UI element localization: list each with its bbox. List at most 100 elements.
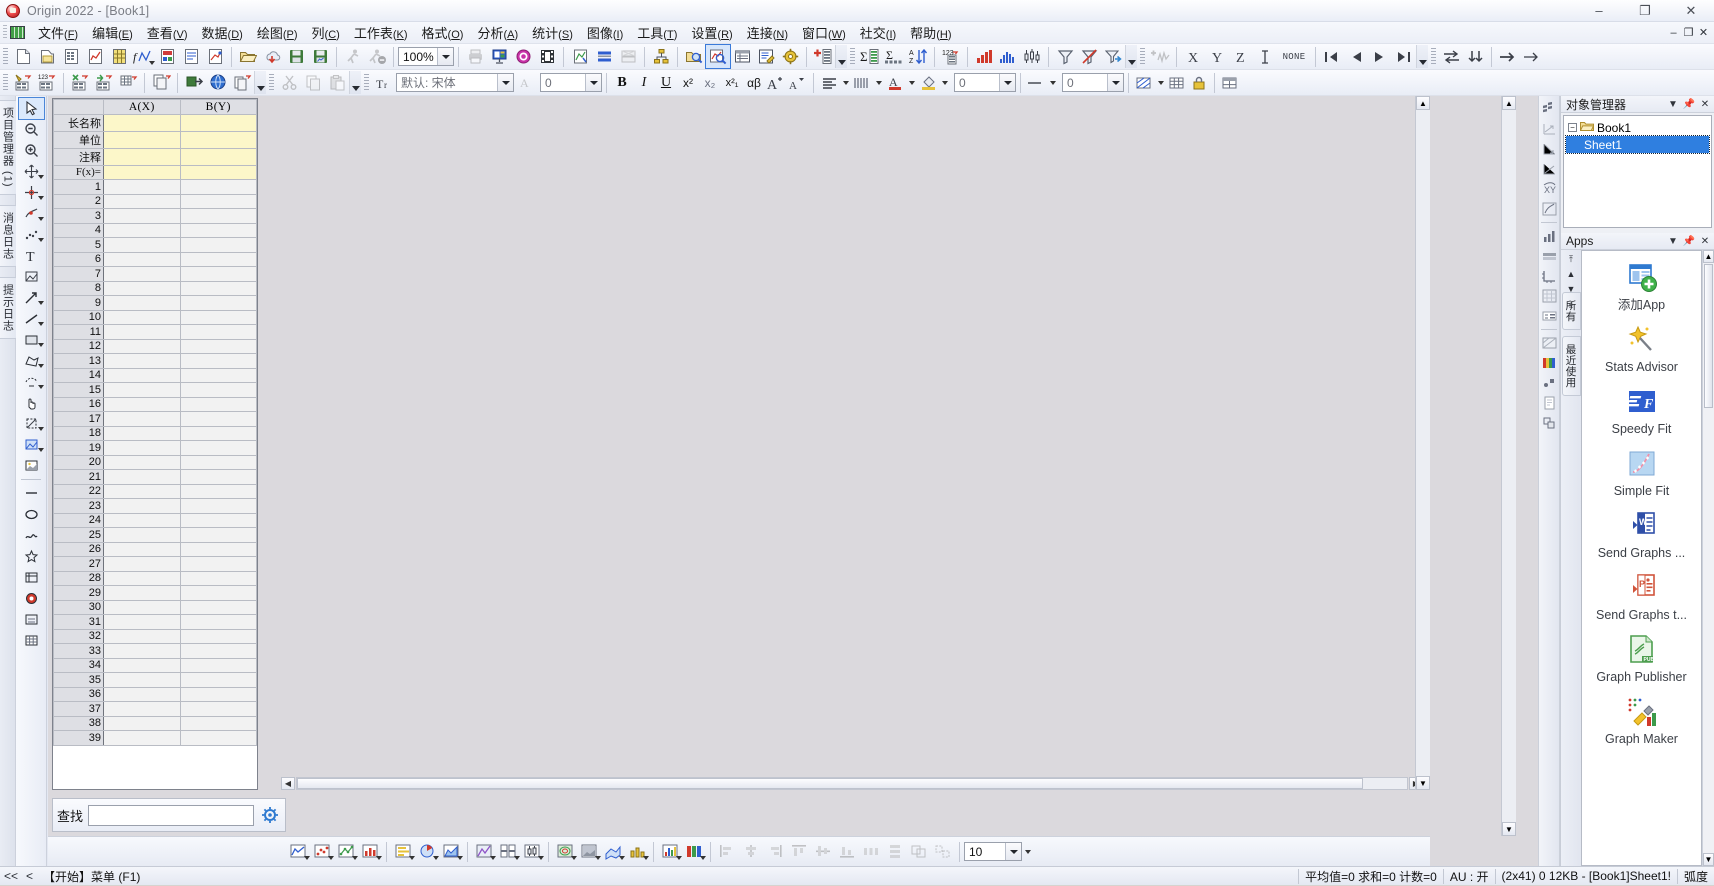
worksheet-corner[interactable]	[54, 100, 104, 115]
worksheet-cell[interactable]	[104, 194, 181, 209]
row-header[interactable]: 26	[54, 542, 104, 557]
worksheet-cell[interactable]	[180, 412, 257, 427]
worksheet-row[interactable]: 27	[54, 557, 257, 572]
panel-toggle-icon[interactable]	[1539, 413, 1559, 433]
set-column-values-icon[interactable]: 123	[939, 45, 963, 68]
lock-icon[interactable]	[1188, 72, 1210, 94]
worksheet-row[interactable]: 15	[54, 383, 257, 398]
sub-superscript-icon[interactable]: x²₁	[721, 72, 743, 94]
fill-color-dropdown[interactable]	[939, 71, 950, 94]
worksheet-meta-cell[interactable]	[104, 148, 181, 165]
grid-lines-icon[interactable]	[1539, 286, 1559, 306]
chevron-down-icon[interactable]: ▼	[1667, 235, 1679, 248]
freehand-icon[interactable]	[19, 525, 44, 546]
results-log-icon[interactable]	[706, 45, 730, 68]
image-plot-icon[interactable]	[577, 840, 601, 863]
print-icon[interactable]	[463, 45, 487, 68]
apps-scrollbar[interactable]: ▲ ▼	[1702, 250, 1714, 866]
meta-row-label[interactable]: F(x)=	[54, 165, 104, 180]
worksheet-cell[interactable]	[104, 499, 181, 514]
row-header[interactable]: 14	[54, 368, 104, 383]
worksheet-meta-cell[interactable]	[180, 114, 257, 131]
go-to-end-icon[interactable]	[1496, 45, 1520, 68]
menu-item-15[interactable]: 窗口(W)	[795, 21, 853, 45]
worksheet-row[interactable]: 30	[54, 600, 257, 615]
worksheet-row[interactable]: 34	[54, 658, 257, 673]
worksheet-cell[interactable]	[104, 716, 181, 731]
chevron-down-icon[interactable]	[1005, 843, 1021, 860]
worksheet-row[interactable]: 17	[54, 412, 257, 427]
align-dropdown[interactable]	[840, 71, 851, 94]
distribute-v-icon[interactable]	[883, 840, 907, 863]
link-tool-icon[interactable]	[19, 567, 44, 588]
project-explorer-icon[interactable]	[682, 45, 706, 68]
worksheet-cell[interactable]	[180, 339, 257, 354]
worksheet-meta-cell[interactable]	[104, 131, 181, 148]
page-setup-icon[interactable]	[1539, 393, 1559, 413]
worksheet-row[interactable]: 6	[54, 252, 257, 267]
worksheet-row[interactable]: 1	[54, 180, 257, 195]
worksheet-cell[interactable]	[104, 470, 181, 485]
run-script-icon[interactable]	[341, 45, 365, 68]
row-header[interactable]: 22	[54, 484, 104, 499]
row-header[interactable]: 29	[54, 586, 104, 601]
data-selector-icon[interactable]	[19, 224, 44, 245]
sum-columns-icon[interactable]: Σ	[858, 45, 882, 68]
movie-icon[interactable]	[535, 45, 559, 68]
sort-descending-icon[interactable]	[1463, 45, 1487, 68]
column-header-b[interactable]: B(Y)	[180, 100, 257, 115]
worksheet-cell[interactable]	[180, 557, 257, 572]
menu-item-8[interactable]: 格式(O)	[415, 21, 471, 45]
worksheet-cell[interactable]	[180, 702, 257, 717]
worksheet-row[interactable]: 38	[54, 716, 257, 731]
row-header[interactable]: 21	[54, 470, 104, 485]
contour-plot-icon[interactable]	[553, 840, 577, 863]
worksheet-cell[interactable]	[104, 484, 181, 499]
worksheet-cell[interactable]	[104, 281, 181, 296]
worksheet-cell[interactable]	[104, 513, 181, 528]
align-center-icon[interactable]	[739, 840, 763, 863]
worksheet-meta-cell[interactable]	[180, 148, 257, 165]
worksheet-cell[interactable]	[180, 687, 257, 702]
object-tool-icon[interactable]	[19, 609, 44, 630]
fill-numbers-icon[interactable]: 123	[35, 71, 59, 94]
line-style2-icon[interactable]	[19, 483, 44, 504]
line-style-dropdown[interactable]	[873, 71, 884, 94]
pan-tool-icon[interactable]	[19, 392, 44, 413]
copy-icon[interactable]	[301, 71, 325, 94]
grid-icon[interactable]	[1166, 72, 1188, 94]
region-tool-icon[interactable]	[19, 371, 44, 392]
vscroll-down-button[interactable]: ▼	[1416, 776, 1430, 790]
superscript-icon[interactable]: x²	[677, 72, 699, 94]
worksheet-cell[interactable]	[104, 586, 181, 601]
worksheet-meta-cell[interactable]	[104, 165, 181, 180]
move-data-icon[interactable]	[19, 161, 44, 182]
copy-sheet-icon[interactable]	[230, 71, 254, 94]
draw-data-icon[interactable]	[19, 266, 44, 287]
apply-filter-icon[interactable]	[1101, 45, 1125, 68]
worksheet-row[interactable]: 2	[54, 194, 257, 209]
row-header[interactable]: 37	[54, 702, 104, 717]
horizontal-scrollbar[interactable]	[296, 777, 1408, 790]
column-plot-icon[interactable]	[358, 840, 382, 863]
new-matrix-icon[interactable]	[107, 45, 131, 68]
move-left-icon[interactable]	[1344, 45, 1368, 68]
increase-font-icon[interactable]: A	[765, 72, 787, 94]
worksheet-row[interactable]: 13	[54, 354, 257, 369]
apps-nav-last[interactable]: ⤓	[1563, 297, 1579, 311]
worksheet-grid[interactable]: A(X) B(Y) 长名称单位注释F(x)=123456789101112131…	[53, 99, 257, 746]
toolbar-grip-3[interactable]	[1140, 48, 1145, 66]
worksheet-cell[interactable]	[180, 296, 257, 311]
worksheet-row[interactable]: 29	[54, 586, 257, 601]
worksheet-window-book1[interactable]: A(X) B(Y) 长名称单位注释F(x)=123456789101112131…	[52, 98, 258, 790]
app-item-5[interactable]: WSend Graphs ...	[1582, 505, 1701, 567]
star-tool-icon[interactable]	[19, 546, 44, 567]
hscroll-thumb[interactable]	[297, 778, 1363, 789]
scale-tool-icon[interactable]	[19, 413, 44, 434]
worksheet-cell[interactable]	[180, 426, 257, 441]
fill-color-icon[interactable]	[917, 72, 939, 94]
row-header[interactable]: 39	[54, 731, 104, 746]
workspace-vscroll-down[interactable]: ▼	[1502, 822, 1516, 836]
worksheet-cell[interactable]	[104, 528, 181, 543]
worksheet-row[interactable]: 16	[54, 397, 257, 412]
